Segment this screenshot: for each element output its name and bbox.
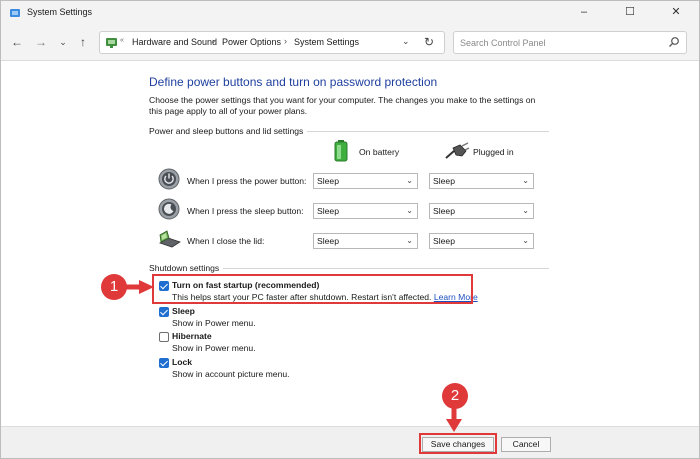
select-value: Sleep xyxy=(433,236,455,246)
arrow-down-icon xyxy=(446,407,462,432)
hibernate-option-label[interactable]: Hibernate xyxy=(172,331,212,341)
shutdown-section-title: Shutdown settings xyxy=(149,263,224,273)
control-panel-icon xyxy=(10,9,20,17)
recent-locations-button[interactable]: ⌄ xyxy=(55,34,71,50)
breadcrumb-separator-icon[interactable]: › xyxy=(284,36,287,46)
on-battery-header: On battery xyxy=(359,147,400,157)
lock-option-label[interactable]: Lock xyxy=(172,357,192,367)
sleep-option-description: Show in Power menu. xyxy=(172,318,256,328)
page-description: Choose the power settings that you want … xyxy=(149,95,536,116)
arrow-right-icon xyxy=(125,280,154,294)
select-value: Sleep xyxy=(433,176,455,186)
chevron-down-icon: ⌄ xyxy=(522,206,529,215)
save-changes-highlight xyxy=(419,433,497,454)
battery-icon xyxy=(334,140,348,162)
button-bar xyxy=(1,426,699,458)
power-button-plugged-select[interactable]: Sleep ⌄ xyxy=(429,173,534,189)
address-overflow-chevron[interactable]: « xyxy=(120,37,124,44)
power-button-icon xyxy=(158,168,180,190)
close-lid-label: When I close the lid: xyxy=(187,236,265,246)
step-badge-1: 1 xyxy=(101,274,127,300)
system-settings-window: System Settings – ☐ ✕ ← → ⌄ ↑ « Hardware… xyxy=(0,0,700,459)
cancel-button[interactable]: Cancel xyxy=(501,437,551,452)
fast-startup-highlight xyxy=(152,274,473,304)
sleep-button-plugged-select[interactable]: Sleep ⌄ xyxy=(429,203,534,219)
refresh-icon[interactable]: ↻ xyxy=(424,35,434,49)
breadcrumb-separator-icon[interactable]: › xyxy=(212,36,215,46)
sleep-option-label[interactable]: Sleep xyxy=(172,306,195,316)
plugged-in-header: Plugged in xyxy=(473,147,514,157)
window-title: System Settings xyxy=(27,7,93,17)
chevron-down-icon: ⌄ xyxy=(406,206,413,215)
sleep-button-icon xyxy=(158,198,180,220)
select-value: Sleep xyxy=(317,176,339,186)
address-dropdown-icon[interactable]: ⌄ xyxy=(402,36,410,47)
control-panel-icon xyxy=(106,38,117,48)
search-icon[interactable] xyxy=(668,36,680,48)
chevron-down-icon: ⌄ xyxy=(522,236,529,245)
hibernate-option-description: Show in Power menu. xyxy=(172,343,256,353)
laptop-lid-icon xyxy=(159,230,181,248)
lock-checkbox[interactable] xyxy=(159,358,169,368)
chevron-down-icon: ⌄ xyxy=(406,176,413,185)
search-input[interactable]: Search Control Panel xyxy=(460,38,546,48)
sleep-checkbox[interactable] xyxy=(159,307,169,317)
power-button-label: When I press the power button: xyxy=(187,176,307,186)
select-value: Sleep xyxy=(433,206,455,216)
close-button[interactable]: ✕ xyxy=(653,1,699,25)
sleep-button-battery-select[interactable]: Sleep ⌄ xyxy=(313,203,418,219)
title-bar: System Settings – ☐ ✕ xyxy=(1,1,699,25)
step-badge-2: 2 xyxy=(442,383,468,409)
close-lid-plugged-select[interactable]: Sleep ⌄ xyxy=(429,233,534,249)
lock-option-description: Show in account picture menu. xyxy=(172,369,290,379)
sleep-button-label: When I press the sleep button: xyxy=(187,206,304,216)
navigation-bar: ← → ⌄ ↑ « Hardware and Sound › Power Opt… xyxy=(1,25,699,61)
maximize-button[interactable]: ☐ xyxy=(607,1,653,25)
page-title: Define power buttons and turn on passwor… xyxy=(149,75,438,89)
up-button[interactable]: ↑ xyxy=(75,34,91,50)
hibernate-checkbox[interactable] xyxy=(159,332,169,342)
back-button[interactable]: ← xyxy=(9,34,25,50)
power-section-title: Power and sleep buttons and lid settings xyxy=(149,126,308,136)
breadcrumb-power-options[interactable]: Power Options xyxy=(222,37,281,47)
select-value: Sleep xyxy=(317,236,339,246)
breadcrumb-system-settings[interactable]: System Settings xyxy=(294,37,359,47)
breadcrumb-hardware-and-sound[interactable]: Hardware and Sound xyxy=(132,37,217,47)
forward-button[interactable]: → xyxy=(33,34,49,50)
chevron-down-icon: ⌄ xyxy=(522,176,529,185)
power-plug-icon xyxy=(445,142,470,159)
minimize-button[interactable]: – xyxy=(561,1,607,25)
address-bar[interactable]: « Hardware and Sound › Power Options › S… xyxy=(99,31,445,54)
power-button-battery-select[interactable]: Sleep ⌄ xyxy=(313,173,418,189)
search-box[interactable]: Search Control Panel xyxy=(453,31,687,54)
chevron-down-icon: ⌄ xyxy=(406,236,413,245)
close-lid-battery-select[interactable]: Sleep ⌄ xyxy=(313,233,418,249)
select-value: Sleep xyxy=(317,206,339,216)
